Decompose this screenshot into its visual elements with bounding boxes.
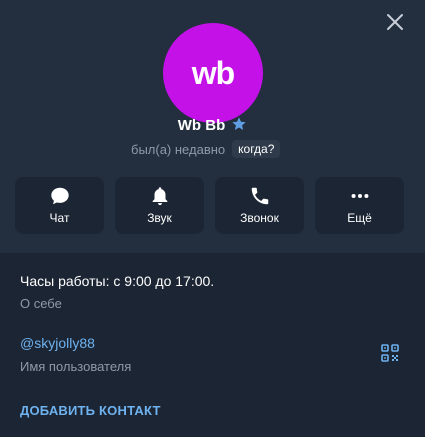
chat-button-label: Чат bbox=[49, 211, 70, 225]
sound-button-label: Звук bbox=[147, 211, 172, 225]
profile-name: Wb Bb bbox=[177, 117, 226, 134]
close-icon[interactable] bbox=[386, 13, 404, 31]
qr-code-icon bbox=[381, 344, 399, 362]
phone-icon bbox=[251, 187, 268, 205]
add-contact-button[interactable]: ДОБАВИТЬ КОНТАКТ bbox=[20, 403, 161, 418]
more-button[interactable]: Ещё bbox=[315, 177, 404, 234]
qr-code-button[interactable] bbox=[380, 343, 400, 363]
bio-text: Часы работы: с 9:00 до 17:00. bbox=[20, 273, 215, 289]
avatar-initials: wb bbox=[191, 54, 235, 91]
chat-button[interactable]: Чат bbox=[15, 177, 104, 234]
action-buttons: Чат Звук Звонок Ещё bbox=[15, 177, 404, 235]
chat-bubble-icon bbox=[50, 187, 69, 205]
premium-star-icon[interactable] bbox=[231, 116, 247, 136]
username-link[interactable]: @skyjolly88 bbox=[20, 335, 95, 351]
call-button[interactable]: Звонок bbox=[215, 177, 304, 234]
bio-label: О себе bbox=[20, 296, 62, 311]
sound-button[interactable]: Звук bbox=[115, 177, 204, 234]
when-button[interactable]: когда? bbox=[232, 140, 281, 158]
more-dots-icon bbox=[351, 193, 368, 199]
avatar[interactable]: wb bbox=[163, 23, 263, 123]
last-seen-row: был(а) недавно когда? bbox=[131, 139, 281, 159]
last-seen-status: был(а) недавно bbox=[131, 141, 226, 157]
username-label: Имя пользователя bbox=[20, 359, 132, 374]
profile-header: wb Wb Bb был(а) недавно когда? Чат Звук … bbox=[0, 0, 425, 253]
call-button-label: Звонок bbox=[240, 211, 279, 225]
bell-icon bbox=[152, 187, 167, 206]
more-button-label: Ещё bbox=[347, 211, 372, 225]
close-button[interactable] bbox=[383, 10, 407, 34]
profile-name-row: Wb Bb bbox=[0, 116, 425, 136]
